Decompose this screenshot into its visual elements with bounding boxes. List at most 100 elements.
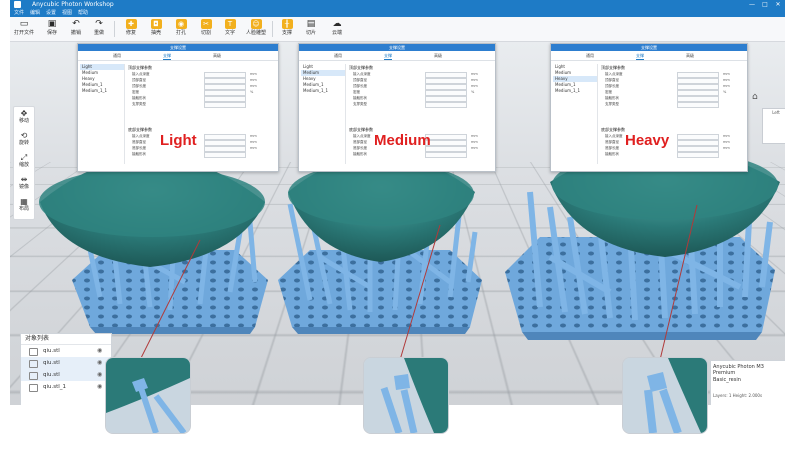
eye-icon[interactable]: ◉ [97, 369, 102, 381]
mirror-icon: ⇹ [20, 175, 28, 184]
toolbar-label: 切片 [305, 30, 316, 36]
toolbar-label: 保存 [46, 30, 57, 36]
support-settings-dialog-medium: 支撑设置 通用 支撑 高级 Light Medium Heavy Medium_… [298, 43, 496, 172]
text-button[interactable]: T 文字 [219, 19, 241, 41]
object-row[interactable]: qiu.stl_1 ◉ [21, 381, 111, 393]
param-input[interactable] [204, 152, 246, 158]
rotate-tool[interactable]: ⟲ 旋转 [14, 131, 34, 147]
punch-button[interactable]: ◉ 打孔 [170, 19, 192, 41]
toolbar-label: 修复 [125, 30, 136, 36]
repair-icon: ✚ [125, 19, 137, 29]
dialog-tabs: 通用 支撑 高级 [551, 51, 747, 61]
object-row[interactable]: qiu.stl ◉ [21, 345, 111, 357]
cloud-icon: ☁ [332, 19, 342, 29]
param-row: 支撑类型 [349, 101, 491, 108]
redo-button[interactable]: ↷ 重做 [88, 19, 110, 41]
toolbar-label: 打开文件 [13, 30, 34, 36]
preset-list: Light Medium Heavy Medium_1 Medium_1_1 [553, 64, 598, 164]
home-view-icon[interactable]: ⌂ [752, 92, 758, 102]
layout-tool[interactable]: ▦ 布局 [14, 197, 34, 213]
relief-icon: ☺ [250, 19, 262, 29]
support-icon: ╫ [281, 19, 293, 29]
zoom-inset-light [105, 357, 191, 434]
tab-general[interactable]: 通用 [586, 53, 594, 59]
param-input[interactable] [425, 152, 467, 158]
relief-button[interactable]: ☺ 人脸雕塑 [245, 19, 267, 41]
raft-edge-light [90, 327, 255, 334]
save-button[interactable]: ▣ 保存 [41, 19, 63, 41]
object-row[interactable]: qiu.stl ◉ [21, 369, 111, 381]
object-name: qiu.stl [43, 372, 60, 378]
toolbar-label: 云端 [331, 30, 342, 36]
main-toolbar: ▭ 打开文件 ▣ 保存 ↶ 撤销 ↷ 重做 ✚ 修复 ◘ 抽壳 ◉ 打孔 ✂ 切割 T 文字 ☺ 人… [10, 17, 785, 42]
slice-button[interactable]: ▤ 切片 [300, 19, 322, 41]
toolbar-label: 打孔 [175, 30, 186, 36]
preset-item[interactable]: Medium_1_1 [553, 88, 597, 94]
param-label: 支撑类型 [132, 102, 146, 106]
param-input[interactable] [204, 102, 246, 108]
menu-edit[interactable]: 编辑 [30, 9, 40, 17]
menu-settings[interactable]: 设置 [46, 9, 56, 17]
dialog-body: 顶部支撑参数 接入点深度 mm 顶部直径 mm 顶部长度 mm 密度% 接触形状 支撑… [349, 64, 491, 168]
maximize-button[interactable]: □ [758, 0, 772, 9]
tab-advanced[interactable]: 高级 [686, 53, 694, 59]
label-heavy: Heavy [625, 132, 670, 149]
repair-button[interactable]: ✚ 修复 [120, 19, 142, 41]
object-row[interactable]: qiu.stl ◉ [21, 357, 111, 369]
eye-icon[interactable]: ◉ [97, 381, 102, 393]
close-button[interactable]: ✕ [771, 0, 785, 9]
undo-button[interactable]: ↶ 撤销 [65, 19, 87, 41]
support-button[interactable]: ╫ 支撑 [276, 19, 298, 41]
hollow-icon: ◘ [150, 19, 162, 29]
menu-file[interactable]: 文件 [14, 9, 24, 17]
menu-help[interactable]: 帮助 [78, 9, 88, 17]
param-label: 接触形状 [605, 152, 619, 156]
toolbar-label: 文字 [224, 30, 235, 36]
dialog-body: 顶部支撑参数 接入点深度 mm 顶部直径 mm 顶部长度 mm 密度% 接触形状 支撑… [128, 64, 274, 168]
param-input[interactable] [677, 102, 719, 108]
model-light[interactable] [39, 157, 268, 334]
printer-name[interactable]: Anycubic Photon M3 Premium [713, 364, 785, 376]
dome-rim-light [39, 167, 265, 237]
dialog-tabs: 通用 支撑 高级 [299, 51, 495, 61]
printer-panel: Anycubic Photon M3 Premium Basic_resin L… [710, 360, 785, 405]
object-name: qiu.stl [43, 348, 60, 354]
model-heavy[interactable] [505, 147, 780, 340]
move-icon: ✥ [20, 109, 28, 118]
scale-tool[interactable]: ⤢ 缩放 [14, 153, 34, 169]
cut-button[interactable]: ✂ 切割 [195, 19, 217, 41]
zoom-detail-medium [364, 358, 448, 433]
view-cube[interactable]: Left [762, 108, 785, 144]
menu-bar: 文件 编辑 设置 视图 帮助 [10, 9, 785, 17]
zoom-inset-medium [363, 357, 449, 434]
preset-item[interactable]: Medium_1_1 [301, 88, 345, 94]
param-input[interactable] [677, 152, 719, 158]
tab-advanced[interactable]: 高级 [434, 53, 442, 59]
resin-name[interactable]: Basic_resin [713, 377, 741, 383]
dialog-title: 支撑设置 [551, 44, 747, 51]
toolbar-label: 支撑 [281, 30, 292, 36]
param-input[interactable] [425, 102, 467, 108]
eye-icon[interactable]: ◉ [97, 357, 102, 369]
tab-support[interactable]: 支撑 [636, 53, 644, 60]
mirror-tool[interactable]: ⇹ 镜像 [14, 175, 34, 191]
minimize-button[interactable]: — [745, 0, 759, 9]
move-tool[interactable]: ✥ 移动 [14, 109, 34, 125]
tool-label: 旋转 [18, 140, 29, 146]
tab-general[interactable]: 通用 [334, 53, 342, 59]
tab-general[interactable]: 通用 [113, 53, 121, 59]
open-file-button[interactable]: ▭ 打开文件 [13, 19, 35, 41]
tab-support[interactable]: 支撑 [163, 53, 171, 60]
preset-item[interactable]: Medium_1_1 [80, 88, 124, 94]
hollow-button[interactable]: ◘ 抽壳 [145, 19, 167, 41]
tab-advanced[interactable]: 高级 [213, 53, 221, 59]
raft-edge-medium [292, 327, 470, 334]
tab-support[interactable]: 支撑 [384, 53, 392, 60]
eye-icon[interactable]: ◉ [97, 345, 102, 357]
param-label: 支撑类型 [605, 102, 619, 106]
menu-view[interactable]: 视图 [62, 9, 72, 17]
dialog-tabs: 通用 支撑 高级 [78, 51, 278, 61]
param-row: 接触形状 [349, 151, 491, 158]
cloud-button[interactable]: ☁ 云端 [326, 19, 348, 41]
model-medium[interactable] [278, 154, 482, 335]
